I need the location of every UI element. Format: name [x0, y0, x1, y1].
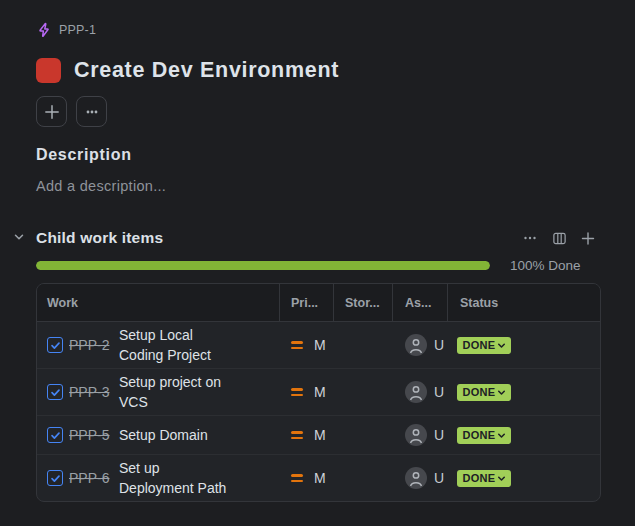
- status-dropdown[interactable]: DONE: [457, 384, 511, 401]
- description-placeholder[interactable]: Add a description...: [36, 178, 635, 194]
- story-points-cell[interactable]: [334, 416, 393, 454]
- story-points-cell[interactable]: [334, 455, 393, 501]
- status-dropdown[interactable]: DONE: [457, 470, 511, 487]
- chevron-down-icon: [496, 430, 507, 441]
- avatar: [405, 467, 427, 489]
- assignee-name: U: [434, 470, 444, 486]
- work-cell: PPP-6 Set up Deployment Path: [37, 455, 280, 501]
- description-heading: Description: [36, 146, 635, 164]
- assignee-cell[interactable]: U: [393, 416, 448, 454]
- priority-value[interactable]: M: [314, 337, 326, 353]
- page-title[interactable]: Create Dev Environment: [74, 58, 339, 83]
- assignee-cell[interactable]: U: [393, 369, 448, 415]
- issue-name[interactable]: Setup Domain: [119, 425, 208, 445]
- avatar: [405, 381, 427, 403]
- issue-key[interactable]: PPP-3: [69, 384, 113, 400]
- column-header-assignee[interactable]: As...: [393, 284, 448, 321]
- checkbox-checked[interactable]: [47, 427, 63, 443]
- progress-row: 100% Done: [36, 258, 601, 273]
- assignee-name: U: [434, 337, 444, 353]
- checkbox-checked[interactable]: [47, 337, 63, 353]
- work-cell: PPP-5 Setup Domain: [37, 416, 280, 454]
- work-cell: PPP-2 Setup Local Coding Project: [37, 322, 280, 368]
- issue-key[interactable]: PPP-5: [69, 427, 113, 443]
- table-header-row: Work Pri... Stor... As... Status: [37, 284, 600, 322]
- child-items-toolbar: [522, 230, 596, 246]
- table-row[interactable]: PPP-5 Setup Domain M U DONE: [37, 415, 600, 454]
- add-child-item-button[interactable]: [580, 230, 596, 246]
- issue-name[interactable]: Setup Local Coding Project: [119, 325, 234, 365]
- issue-key[interactable]: PPP-6: [69, 470, 113, 486]
- status-label: DONE: [463, 386, 496, 398]
- status-label: DONE: [463, 472, 496, 484]
- status-dropdown[interactable]: DONE: [457, 337, 511, 354]
- status-cell: DONE: [448, 369, 600, 415]
- issue-detail-page: PPP-1 Create Dev Environment Description…: [0, 0, 635, 502]
- status-cell: DONE: [448, 322, 600, 368]
- issue-name[interactable]: Setup project on VCS: [119, 372, 234, 412]
- checkbox-checked[interactable]: [47, 384, 63, 400]
- column-header-story-points[interactable]: Stor...: [334, 284, 393, 321]
- priority-cell[interactable]: M: [280, 369, 334, 415]
- add-button[interactable]: [36, 96, 67, 127]
- priority-cell[interactable]: M: [280, 322, 334, 368]
- child-work-items-table: Work Pri... Stor... As... Status PPP-2 S…: [36, 283, 601, 502]
- progress-bar-fill: [36, 261, 490, 270]
- chevron-down-icon: [496, 473, 507, 484]
- issue-color-icon[interactable]: [36, 58, 61, 83]
- status-label: DONE: [463, 339, 496, 351]
- column-header-priority[interactable]: Pri...: [280, 284, 334, 321]
- breadcrumb: PPP-1: [36, 22, 635, 38]
- status-label: DONE: [463, 429, 496, 441]
- status-cell: DONE: [448, 416, 600, 454]
- breadcrumb-item-key[interactable]: PPP-1: [59, 23, 96, 37]
- table-row[interactable]: PPP-6 Set up Deployment Path M U DONE: [37, 454, 600, 501]
- column-header-work[interactable]: Work: [37, 284, 280, 321]
- epic-bolt-icon: [36, 22, 52, 38]
- chevron-down-icon: [496, 387, 507, 398]
- story-points-cell[interactable]: [334, 369, 393, 415]
- assignee-name: U: [434, 427, 444, 443]
- priority-value[interactable]: M: [314, 427, 326, 443]
- assignee-cell[interactable]: U: [393, 322, 448, 368]
- child-work-items-header: Child work items: [36, 229, 601, 247]
- priority-value[interactable]: M: [314, 470, 326, 486]
- status-cell: DONE: [448, 455, 600, 501]
- title-row: Create Dev Environment: [36, 58, 635, 83]
- priority-cell[interactable]: M: [280, 455, 334, 501]
- priority-value[interactable]: M: [314, 384, 326, 400]
- child-work-items-title: Child work items: [36, 229, 163, 247]
- ellipsis-icon: [84, 104, 100, 120]
- assignee-cell[interactable]: U: [393, 455, 448, 501]
- story-points-cell[interactable]: [334, 322, 393, 368]
- checkbox-checked[interactable]: [47, 470, 63, 486]
- issue-name[interactable]: Set up Deployment Path: [119, 458, 234, 498]
- table-row[interactable]: PPP-3 Setup project on VCS M U DONE: [37, 368, 600, 415]
- plus-icon: [43, 103, 61, 121]
- progress-bar: [36, 261, 490, 270]
- work-cell: PPP-3 Setup project on VCS: [37, 369, 280, 415]
- priority-cell[interactable]: M: [280, 416, 334, 454]
- collapse-chevron-icon[interactable]: [12, 230, 26, 248]
- avatar: [405, 334, 427, 356]
- priority-medium-icon: [291, 474, 303, 482]
- status-dropdown[interactable]: DONE: [457, 427, 511, 444]
- chevron-down-icon: [496, 340, 507, 351]
- column-header-status[interactable]: Status: [448, 284, 600, 321]
- priority-medium-icon: [291, 431, 303, 439]
- child-items-more-button[interactable]: [522, 230, 538, 246]
- priority-medium-icon: [291, 388, 303, 396]
- table-row[interactable]: PPP-2 Setup Local Coding Project M U DON…: [37, 322, 600, 368]
- issue-key[interactable]: PPP-2: [69, 337, 113, 353]
- progress-label: 100% Done: [510, 258, 581, 273]
- assignee-name: U: [434, 384, 444, 400]
- columns-config-button[interactable]: [551, 230, 567, 246]
- avatar: [405, 424, 427, 446]
- issue-actions: [36, 96, 635, 127]
- priority-medium-icon: [291, 341, 303, 349]
- more-actions-button[interactable]: [76, 96, 107, 127]
